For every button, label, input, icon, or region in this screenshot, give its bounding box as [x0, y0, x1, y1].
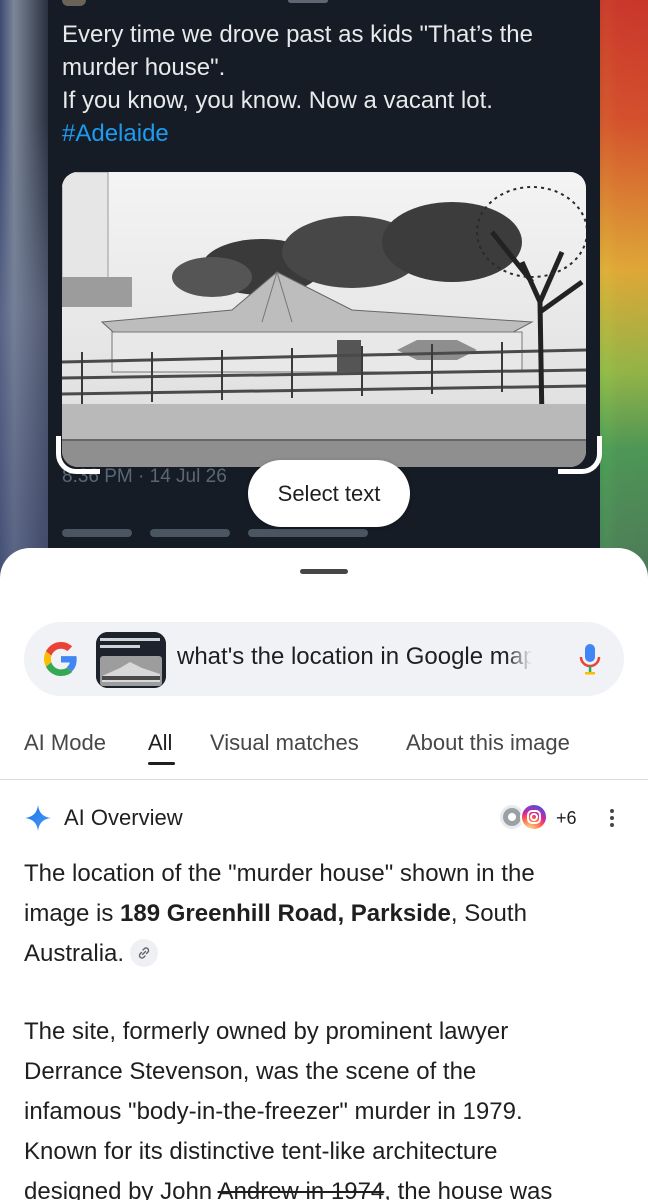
- google-g-icon: [44, 642, 77, 676]
- tweet-handle: [288, 0, 328, 3]
- link-icon: [138, 946, 150, 959]
- tab-all[interactable]: All: [148, 730, 172, 756]
- ai-spark-icon: [25, 805, 51, 831]
- text-line: designed by John Andrew in 1974, the hou…: [24, 1172, 624, 1200]
- result-tabs: AI Mode All Visual matches About this im…: [0, 724, 648, 780]
- struck-text: Andrew in 1974: [217, 1178, 385, 1200]
- results-sheet: what's the location in Google maps AI Mo…: [0, 548, 648, 1200]
- text-line: The site, formerly owned by prominent la…: [24, 1018, 509, 1045]
- instagram-icon: [520, 803, 548, 831]
- tweet-line: Every time we drove past as kids "That’s…: [62, 21, 533, 48]
- select-text-button[interactable]: Select text: [248, 460, 410, 527]
- text-line: The location of the "murder house" shown…: [24, 860, 535, 887]
- sources-count: +6: [556, 808, 577, 828]
- text-line: Australia.: [24, 934, 624, 974]
- tweet-text[interactable]: Every time we drove past as kids "That’s…: [62, 18, 592, 150]
- text-line: infamous "body-in-the-freezer" murder in…: [24, 1098, 523, 1125]
- selected-image[interactable]: [62, 172, 586, 467]
- ai-paragraph: The site, formerly owned by prominent la…: [24, 1012, 624, 1200]
- selection-handle-bottom-left[interactable]: [56, 436, 100, 474]
- search-bar[interactable]: what's the location in Google maps: [24, 622, 624, 696]
- avatar: [62, 0, 86, 6]
- ai-paragraph: The location of the "murder house" shown…: [24, 854, 624, 974]
- text-line: Known for its distinctive tent-like arch…: [24, 1138, 498, 1165]
- search-input[interactable]: what's the location in Google maps: [177, 643, 532, 677]
- tab-about-this-image[interactable]: About this image: [406, 730, 570, 756]
- text-line: image is 189 Greenhill Road, Parkside, S…: [24, 894, 624, 934]
- house-photo: [62, 172, 586, 467]
- tab-ai-mode[interactable]: AI Mode: [24, 730, 106, 756]
- tab-visual-matches[interactable]: Visual matches: [210, 730, 359, 756]
- text-line: Derrance Stevenson, was the scene of the: [24, 1058, 477, 1085]
- selection-handle-bottom-right[interactable]: [558, 436, 602, 474]
- hashtag-link[interactable]: #Adelaide: [62, 117, 592, 150]
- citation-link-button[interactable]: [130, 938, 159, 967]
- text-span: Australia.: [24, 940, 125, 967]
- ai-overview-title: AI Overview: [64, 805, 183, 830]
- active-tab-indicator: [148, 762, 175, 765]
- text-span: image is: [24, 900, 121, 927]
- tweet-line: If you know, you know. Now a vacant lot.: [62, 87, 493, 114]
- query-image-thumbnail[interactable]: [96, 632, 166, 688]
- text-span: , South: [450, 900, 527, 927]
- tweet-line: murder house".: [62, 54, 226, 81]
- more-options-icon[interactable]: [606, 806, 618, 832]
- tweet-stats: [62, 524, 462, 537]
- text-span: designed by John: [24, 1178, 218, 1200]
- ai-overview-header: AI Overview +6: [24, 803, 624, 834]
- source-avatars[interactable]: +6: [498, 803, 578, 833]
- sheet-drag-handle[interactable]: [300, 569, 348, 574]
- microphone-icon[interactable]: [579, 642, 601, 676]
- text-span: , the house was: [384, 1178, 553, 1200]
- ai-overview-body: The location of the "murder house" shown…: [24, 854, 624, 1200]
- address-highlight: 189 Greenhill Road, Parkside: [120, 900, 451, 927]
